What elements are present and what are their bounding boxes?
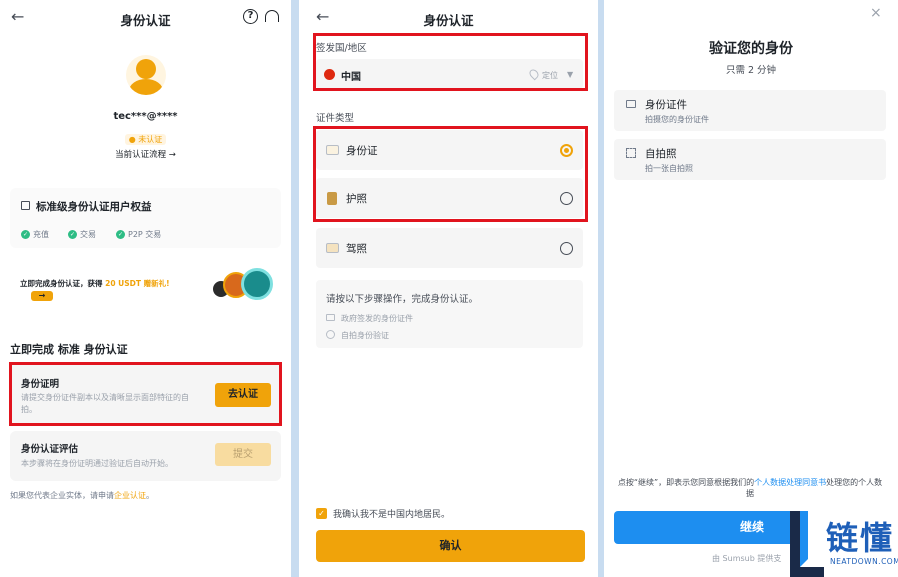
watermark: 链懂 NEATDOWN.COM: [790, 505, 898, 577]
submit-button[interactable]: 提交: [215, 443, 271, 466]
coin-icon: [241, 268, 273, 300]
gift-icon: [21, 201, 30, 210]
username: tec***@****: [113, 111, 178, 122]
section-title: 立即完成 标准 身份认证: [10, 343, 128, 356]
check-icon: ✓: [21, 230, 30, 239]
option-title: 身份证件: [645, 99, 687, 111]
watermark-logo-icon: [790, 511, 824, 577]
enterprise-link[interactable]: 企业认证: [114, 491, 146, 500]
benefits-card: 标准级身份认证用户权益 ✓ 充值 ✓ 交易 ✓ P2P 交易: [10, 188, 281, 248]
assessment-desc: 本步骤将在身份证明通过验证后自动开始。: [21, 459, 173, 468]
option-desc: 拍摄您的身份证件: [645, 115, 709, 124]
assessment-card: 身份认证评估 本步骤将在身份证明通过验证后自动开始。 提交: [10, 431, 281, 481]
check-icon: ✓: [68, 230, 77, 239]
option-id-document[interactable]: 身份证件 拍摄您的身份证件: [614, 90, 886, 131]
confirm-button[interactable]: 确认: [316, 530, 585, 562]
identity-panel-overview: ← 身份认证 ? tec***@**** ● 未认证 当前认证流程 → 标准级身…: [0, 0, 291, 577]
watermark-domain: NEATDOWN.COM: [830, 557, 898, 566]
benefit-item-trade: ✓ 交易: [68, 230, 96, 239]
steps-title: 请按以下步骤操作，完成身份认证。: [326, 294, 479, 305]
checkbox-checked-icon[interactable]: ✓: [316, 508, 327, 519]
step-item: 政府签发的身份证件: [341, 314, 413, 323]
headset-icon[interactable]: [265, 10, 279, 22]
help-icon[interactable]: ?: [243, 9, 258, 24]
highlight-box: [9, 362, 282, 426]
promo-banner[interactable]: 立即完成身份认证，获得 20 USDT 赠新礼! →: [10, 262, 281, 310]
identity-panel-sumsub: × 验证您的身份 只需 2 分钟 身份证件 拍摄您的身份证件 自拍照 拍一张自拍…: [604, 0, 898, 577]
driver-license-icon: [326, 243, 339, 253]
radio-unselected-icon[interactable]: [560, 242, 573, 255]
highlight-box: [313, 33, 588, 91]
doc-option-label: 驾照: [346, 243, 367, 255]
watermark-brand: 链懂: [826, 519, 895, 557]
option-selfie[interactable]: 自拍照 拍一张自拍照: [614, 139, 886, 180]
option-desc: 拍一张自拍照: [645, 164, 693, 173]
doc-type-label: 证件类型: [316, 113, 355, 124]
page-title: 验证您的身份: [709, 41, 793, 57]
steps-card: 请按以下步骤操作，完成身份认证。 政府签发的身份证件 自拍身份验证: [316, 280, 583, 348]
assessment-title: 身份认证评估: [21, 444, 79, 455]
benefit-item-deposit: ✓ 充值: [21, 230, 49, 239]
option-title: 自拍照: [645, 148, 677, 160]
benefit-item-p2p: ✓ P2P 交易: [116, 230, 162, 239]
resident-confirm[interactable]: ✓ 我确认我不是中国内地居民。: [316, 507, 450, 520]
page-title: 身份认证: [423, 13, 474, 28]
resident-confirm-label: 我确认我不是中国内地居民。: [333, 510, 451, 520]
consent-text: 点按“继续”，即表示您同意根据我们的个人数据处理同意书处理您的个人数据: [617, 478, 883, 498]
page-subtitle: 只需 2 分钟: [725, 65, 777, 76]
promo-arrow-button[interactable]: →: [31, 291, 53, 301]
id-card-icon: [626, 100, 636, 108]
consent-link[interactable]: 个人数据处理同意书: [754, 478, 826, 487]
promo-highlight: 20 USDT 赠新礼!: [105, 279, 170, 288]
panel-separator: [291, 0, 299, 577]
benefits-title: 标准级身份认证用户权益: [36, 201, 152, 213]
face-icon: [326, 330, 335, 339]
avatar: [126, 55, 166, 95]
highlight-box: [313, 126, 588, 222]
process-link[interactable]: 当前认证流程 →: [0, 148, 291, 160]
status-badge: ● 未认证: [124, 134, 167, 145]
footer-note: 如果您代表企业实体，请申请企业认证。: [10, 491, 154, 500]
close-icon[interactable]: ×: [870, 5, 882, 21]
id-card-icon: [326, 314, 335, 321]
check-icon: ✓: [116, 230, 125, 239]
promo-text: 立即完成身份认证，获得: [20, 279, 106, 288]
step-item: 自拍身份验证: [341, 331, 389, 340]
selfie-icon: [626, 148, 636, 158]
doc-option-driver-license[interactable]: 驾照: [316, 228, 583, 268]
identity-panel-document: ← 身份认证 签发国/地区 中国 定位 ▼ 证件类型 身份证 护照 驾照 请按以…: [299, 0, 598, 577]
powered-by: 由 Sumsub 提供支: [712, 554, 782, 563]
